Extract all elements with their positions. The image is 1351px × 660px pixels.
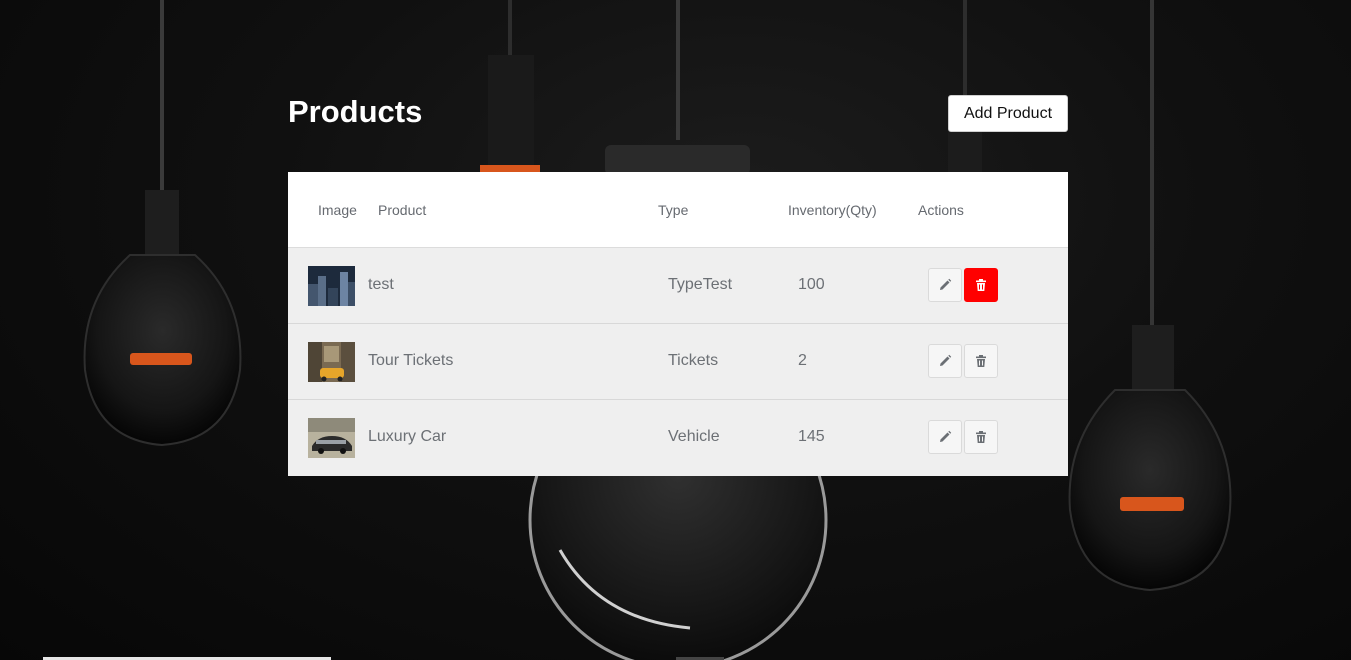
product-inventory: 100 [798, 276, 825, 293]
delete-button[interactable] [964, 268, 998, 302]
pencil-icon [940, 354, 952, 366]
column-header-product: Product [378, 202, 427, 218]
column-header-type: Type [658, 202, 689, 218]
table-row: Luxury Car Vehicle 145 [288, 400, 1068, 476]
column-header-image: Image [318, 202, 357, 218]
trash-icon [976, 355, 986, 367]
product-name: test [368, 276, 394, 293]
product-type: Tickets [668, 352, 719, 369]
column-header-actions: Actions [918, 202, 964, 218]
table-row: test TypeTest 100 [288, 248, 1068, 324]
pencil-icon [940, 430, 952, 442]
table-row: Tour Tickets Tickets 2 [288, 324, 1068, 400]
delete-button[interactable] [964, 420, 998, 454]
product-name: Luxury Car [368, 428, 447, 445]
product-thumbnail [308, 266, 355, 306]
trash-icon [976, 431, 986, 443]
edit-button[interactable] [928, 268, 962, 302]
product-thumbnail [308, 342, 355, 382]
delete-button[interactable] [964, 344, 998, 378]
edit-button[interactable] [928, 344, 962, 378]
trash-icon [976, 279, 986, 291]
product-name: Tour Tickets [368, 352, 454, 369]
product-inventory: 145 [798, 428, 825, 445]
product-inventory: 2 [798, 352, 807, 369]
table-header: Image Product Type Inventory(Qty) Action… [288, 172, 1068, 248]
product-type: Vehicle [668, 428, 720, 445]
edit-button[interactable] [928, 420, 962, 454]
product-thumbnail [308, 418, 355, 458]
product-type: TypeTest [668, 276, 733, 293]
column-header-inventory: Inventory(Qty) [788, 202, 877, 218]
pencil-icon [940, 278, 952, 290]
add-product-button[interactable]: Add Product [948, 95, 1068, 132]
products-table: Image Product Type Inventory(Qty) Action… [288, 172, 1068, 476]
page-title: Products [288, 94, 423, 129]
